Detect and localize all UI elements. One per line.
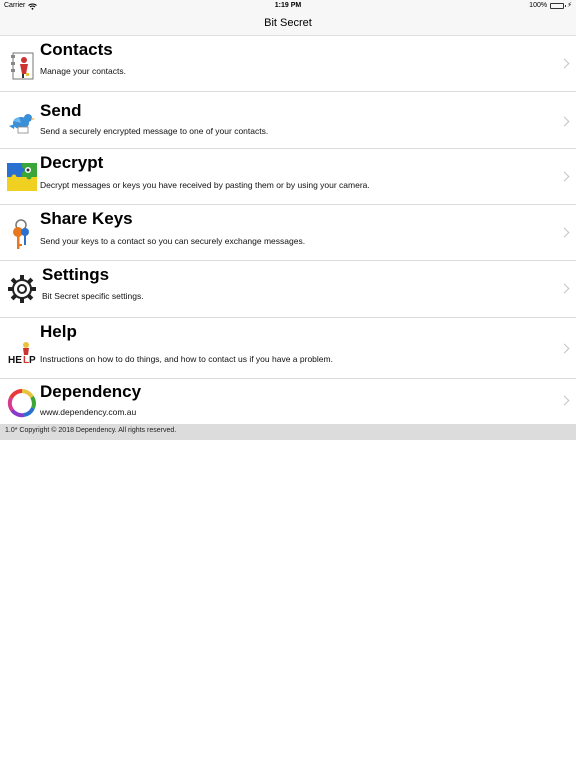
nav-bar: Bit Secret — [0, 12, 576, 36]
menu-item-text: Contacts Manage your contacts. — [40, 40, 552, 76]
status-bar: Carrier 1:19 PM 100% ⚡ — [0, 0, 576, 12]
menu-item-text: Share Keys Send your keys to a contact s… — [40, 209, 552, 246]
chevron-right-icon — [559, 171, 570, 182]
gear-icon — [4, 271, 40, 307]
menu-item-title: Send — [40, 101, 82, 120]
menu-item-subtitle: Decrypt messages or keys you have receiv… — [40, 180, 370, 190]
menu-item-text: Settings Bit Secret specific settings. — [42, 265, 552, 301]
menu-item-title: Settings — [42, 265, 110, 284]
menu-item-title: Decrypt — [40, 153, 104, 172]
menu-item-subtitle: Manage your contacts. — [40, 66, 126, 76]
help-icon: HE L P — [4, 334, 40, 370]
menu-item-text: Send Send a securely encrypted message t… — [40, 101, 552, 136]
copyright-text: 1.0* Copyright © 2018 Dependency. All ri… — [5, 427, 177, 434]
menu-item-subtitle: Bit Secret specific settings. — [42, 291, 144, 301]
menu-item-subtitle: Send a securely encrypted message to one… — [40, 126, 269, 136]
charging-icon: ⚡ — [567, 2, 572, 9]
menu-item-help[interactable]: HE L P Help Instructions on how to do th… — [0, 318, 576, 379]
menu-item-title: Dependency — [40, 382, 142, 401]
menu-item-subtitle: www.dependency.com.au — [40, 407, 137, 417]
menu-item-title: Help — [40, 322, 77, 341]
menu-item-text: Dependency www.dependency.com.au — [40, 382, 552, 417]
battery-percent: 100% — [529, 2, 548, 9]
contacts-book-icon — [4, 48, 40, 84]
chevron-right-icon — [559, 227, 570, 238]
menu-item-share-keys[interactable]: Share Keys Send your keys to a contact s… — [0, 205, 576, 261]
chevron-right-icon — [559, 283, 570, 294]
status-right: 100% ⚡ — [529, 0, 572, 12]
menu-item-decrypt[interactable]: Decrypt Decrypt messages or keys you hav… — [0, 149, 576, 205]
chevron-right-icon — [559, 116, 570, 127]
menu-item-dependency[interactable]: Dependency www.dependency.com.au — [0, 379, 576, 424]
menu-item-send[interactable]: Send Send a securely encrypted message t… — [0, 92, 576, 149]
menu-item-contacts[interactable]: Contacts Manage your contacts. — [0, 36, 576, 92]
battery-icon — [550, 3, 567, 9]
status-time: 1:19 PM — [274, 2, 302, 9]
chevron-right-icon — [559, 343, 570, 354]
menu-item-title: Contacts — [40, 40, 113, 59]
menu-item-text: Help Instructions on how to do things, a… — [40, 322, 552, 364]
menu-item-text: Decrypt Decrypt messages or keys you hav… — [40, 153, 552, 190]
menu-item-subtitle: Send your keys to a contact so you can s… — [40, 236, 306, 246]
svg-text:HE: HE — [8, 355, 22, 366]
chevron-right-icon — [559, 395, 570, 406]
menu-item-subtitle: Instructions on how to do things, and ho… — [40, 354, 333, 364]
menu-list: Contacts Manage your contacts. Send Send… — [0, 36, 576, 424]
svg-text:P: P — [29, 355, 36, 366]
ring-logo-icon — [4, 385, 40, 421]
footer-bar: 1.0* Copyright © 2018 Dependency. All ri… — [0, 424, 576, 440]
puzzle-icon — [4, 159, 40, 195]
keys-icon — [4, 217, 40, 253]
bird-icon — [4, 104, 40, 140]
menu-item-settings[interactable]: Settings Bit Secret specific settings. — [0, 261, 576, 318]
nav-title: Bit Secret — [264, 17, 312, 29]
menu-item-title: Share Keys — [40, 209, 133, 228]
chevron-right-icon — [559, 58, 570, 69]
